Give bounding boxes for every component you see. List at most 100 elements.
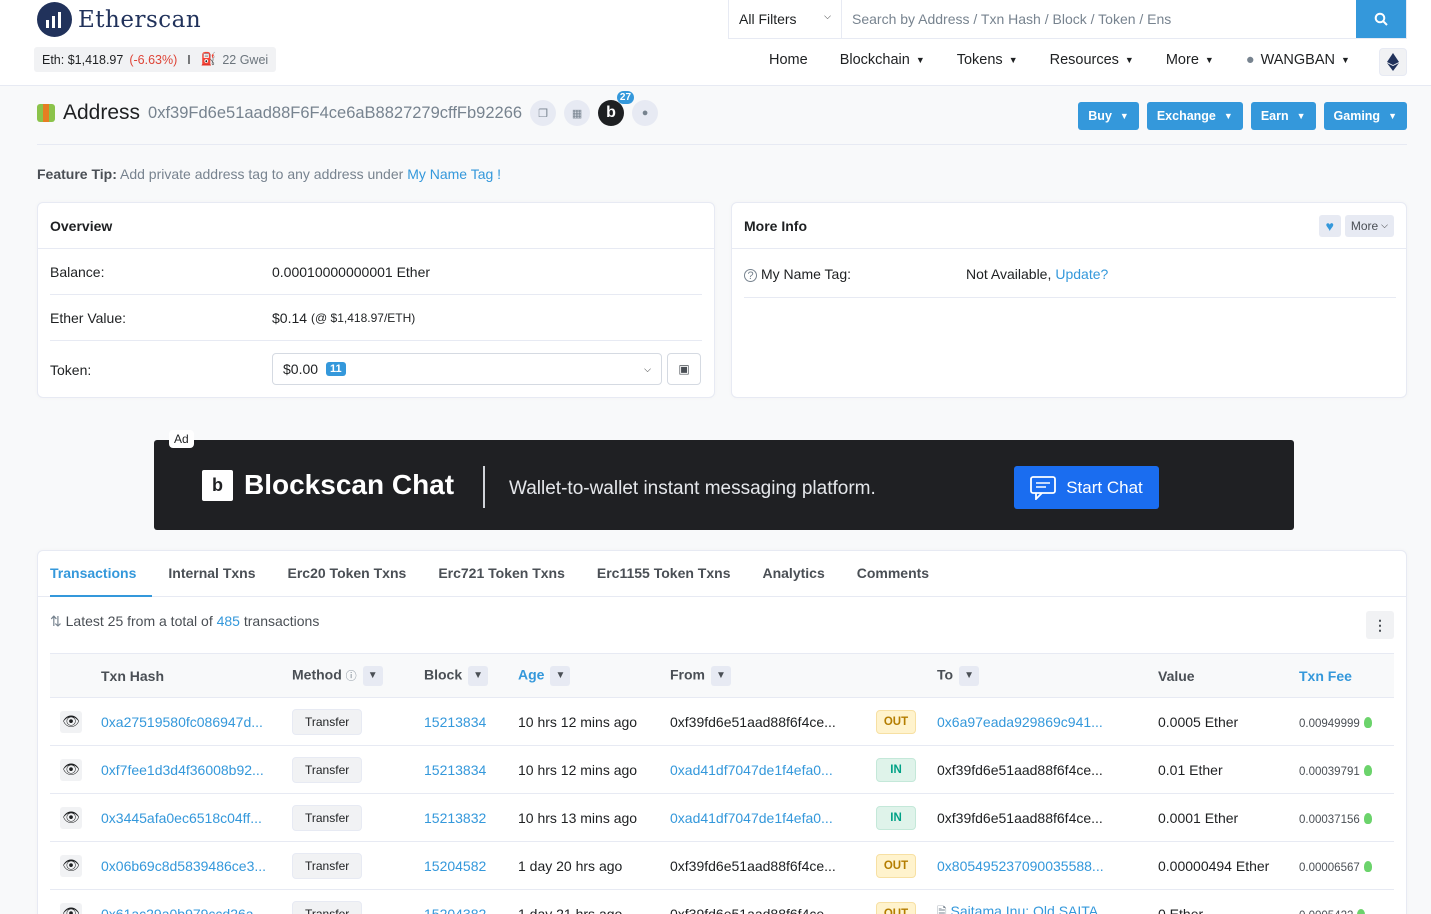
method-badge: Transfer <box>292 900 363 914</box>
exchange-button[interactable]: Exchange ▼ <box>1146 102 1243 130</box>
tab-transactions[interactable]: Transactions <box>50 551 153 597</box>
tab-erc721-txns[interactable]: Erc721 Token Txns <box>422 551 581 597</box>
nav-blockchain[interactable]: Blockchain ▼ <box>840 52 925 68</box>
search-button[interactable] <box>1356 0 1406 38</box>
col-age-toggle[interactable]: Age <box>518 666 544 682</box>
to-address[interactable]: Saitama Inu: Old SAITA... <box>951 903 1110 914</box>
txn-fee: 0.00037156 <box>1299 813 1360 826</box>
eye-icon[interactable]: 👁 <box>60 806 82 829</box>
from-cell: 0xf39fd6e51aad88f6f4ce... <box>670 890 876 914</box>
to-address[interactable]: 0x805495237090035588... <box>937 858 1104 874</box>
eth-price[interactable]: Eth: $1,418.97 <box>42 53 123 67</box>
more-dropdown-button[interactable]: More ⌵ <box>1344 214 1394 237</box>
filter-icon[interactable]: ▼ <box>468 665 489 686</box>
eye-icon[interactable]: 👁 <box>60 854 82 877</box>
col-txn-fee: Txn Fee <box>1299 654 1394 698</box>
transactions-table: Txn Hash Method ⓘ ▼ Block ▼ Age ▼ From ▼ To ▼… <box>50 653 1394 914</box>
comment-icon[interactable]: ● <box>632 100 659 126</box>
block-link[interactable]: 15213832 <box>424 810 486 826</box>
start-chat-button[interactable]: Start Chat <box>1014 466 1159 509</box>
tab-erc1155-txns[interactable]: Erc1155 Token Txns <box>581 551 747 597</box>
chat-icon <box>1030 475 1057 500</box>
ad-label: Ad <box>169 430 194 448</box>
col-from-label: From <box>670 666 705 683</box>
blockscan-chat-button[interactable]: b 27 <box>598 91 635 126</box>
etherscan-logo[interactable]: Etherscan <box>37 2 201 37</box>
update-name-tag-link[interactable]: Update? <box>1055 266 1108 282</box>
search-filter-select[interactable]: All Filters ⌵ <box>729 0 842 38</box>
from-address[interactable]: 0xad41df7047de1f4efa0... <box>670 762 833 778</box>
name-tag-label-wrap: ? My Name Tag: <box>744 266 966 282</box>
eye-icon[interactable]: 👁 <box>60 710 82 733</box>
to-address[interactable]: 0x6a97eada929869c941... <box>937 714 1103 730</box>
tab-erc20-txns[interactable]: Erc20 Token Txns <box>272 551 423 597</box>
eye-icon[interactable]: 👁 <box>60 902 82 914</box>
block-cell: 15204382 <box>424 890 518 914</box>
chevron-down-icon: ▼ <box>1296 111 1306 121</box>
search-icon <box>1374 12 1388 26</box>
col-method-label: Method <box>292 666 342 683</box>
my-name-tag-link[interactable]: My Name Tag ! <box>407 166 501 182</box>
ad-tagline: Wallet-to-wallet instant messaging platf… <box>509 478 876 499</box>
wallet-button[interactable]: ▣ <box>667 353 701 385</box>
nav-tokens[interactable]: Tokens ▼ <box>957 52 1018 68</box>
address-heading: Address 0xf39Fd6e51aad88F6F4ce6aB8827279… <box>37 91 659 126</box>
network-switch-button[interactable] <box>1379 48 1407 76</box>
from-address: 0xf39fd6e51aad88f6f4ce... <box>670 713 836 730</box>
token-count-badge: 11 <box>326 362 346 376</box>
tab-analytics[interactable]: Analytics <box>746 551 840 597</box>
qr-code-icon[interactable]: ▦ <box>564 100 591 126</box>
gas-price[interactable]: 22 Gwei <box>222 53 268 67</box>
address-value[interactable]: 0xf39Fd6e51aad88F6F4ce6aB8827279cffFb922… <box>148 104 522 123</box>
blockscan-chat-ad[interactable]: b Blockscan Chat Wallet-to-wallet instan… <box>154 440 1294 530</box>
txn-hash-link[interactable]: 0x06b69c8d5839486ce3... <box>101 858 266 874</box>
gas-bulb-icon <box>1363 813 1372 825</box>
feature-tip: Feature Tip: Add private address tag to … <box>37 166 501 182</box>
txn-hash-link[interactable]: 0x3445afa0ec6518c04ff... <box>101 810 262 826</box>
txn-fee: 0.00949999 <box>1299 717 1360 730</box>
tab-internal-txns[interactable]: Internal Txns <box>152 551 271 597</box>
nav-home[interactable]: Home <box>769 52 808 68</box>
gaming-button[interactable]: Gaming ▼ <box>1323 102 1407 130</box>
blockscan-badge: 27 <box>616 91 635 104</box>
overview-card: Overview Balance: 0.00010000000001 Ether… <box>37 202 715 398</box>
txn-hash-link[interactable]: 0xa27519580fc086947d... <box>101 714 263 730</box>
block-link[interactable]: 15213834 <box>424 762 486 778</box>
nav-more[interactable]: More ▼ <box>1166 52 1214 68</box>
buy-button[interactable]: Buy ▼ <box>1078 102 1139 130</box>
col-txn-fee-toggle[interactable]: Txn Fee <box>1299 668 1352 684</box>
direction-badge: IN <box>876 757 916 782</box>
txn-hash-link[interactable]: 0x61ac29a0b979ccd26a... <box>101 906 265 914</box>
token-holdings-dropdown[interactable]: $0.00 11 ⌵ <box>272 353 662 385</box>
name-tag-label: My Name Tag: <box>761 266 851 282</box>
col-value: Value <box>1158 667 1195 684</box>
from-address[interactable]: 0xad41df7047de1f4efa0... <box>670 810 833 826</box>
tx-total-count[interactable]: 485 <box>217 613 240 629</box>
overview-title: Overview <box>38 203 714 249</box>
txn-hash-link[interactable]: 0xf7fee1d3d4f36008b92... <box>101 762 264 778</box>
chevron-down-icon: ⌵ <box>644 363 651 374</box>
search-input[interactable] <box>842 0 1356 38</box>
nav-user-account[interactable]: ● WANGBAN ▼ <box>1246 52 1350 68</box>
buy-label: Buy <box>1088 109 1112 123</box>
block-link[interactable]: 15204382 <box>424 906 486 914</box>
eye-icon[interactable]: 👁 <box>60 758 82 781</box>
filter-icon[interactable]: ▼ <box>362 665 383 686</box>
blockscan-logo-icon: b <box>202 470 233 501</box>
earn-button[interactable]: Earn ▼ <box>1250 102 1316 130</box>
filter-icon[interactable]: ▼ <box>711 665 731 686</box>
col-block-label: Block <box>424 666 463 683</box>
to-address: 0xf39fd6e51aad88f6f4ce... <box>937 809 1103 826</box>
col-txn-hash: Txn Hash <box>101 667 165 684</box>
filter-icon[interactable]: ▼ <box>550 665 571 686</box>
heart-icon[interactable]: ♥ <box>1318 214 1341 237</box>
tab-comments[interactable]: Comments <box>841 551 945 597</box>
block-link[interactable]: 15204582 <box>424 858 486 874</box>
nav-resources[interactable]: Resources ▼ <box>1050 52 1134 68</box>
more-options-icon[interactable]: ⋮ <box>1366 611 1394 639</box>
block-link[interactable]: 15213834 <box>424 714 486 730</box>
filter-icon[interactable]: ▼ <box>959 665 980 686</box>
transactions-table-body: 👁 0xa27519580fc086947d... Transfer 15213834… <box>50 698 1394 914</box>
balance-row: Balance: 0.00010000000001 Ether <box>50 264 702 280</box>
copy-icon[interactable]: ❐ <box>530 100 557 126</box>
